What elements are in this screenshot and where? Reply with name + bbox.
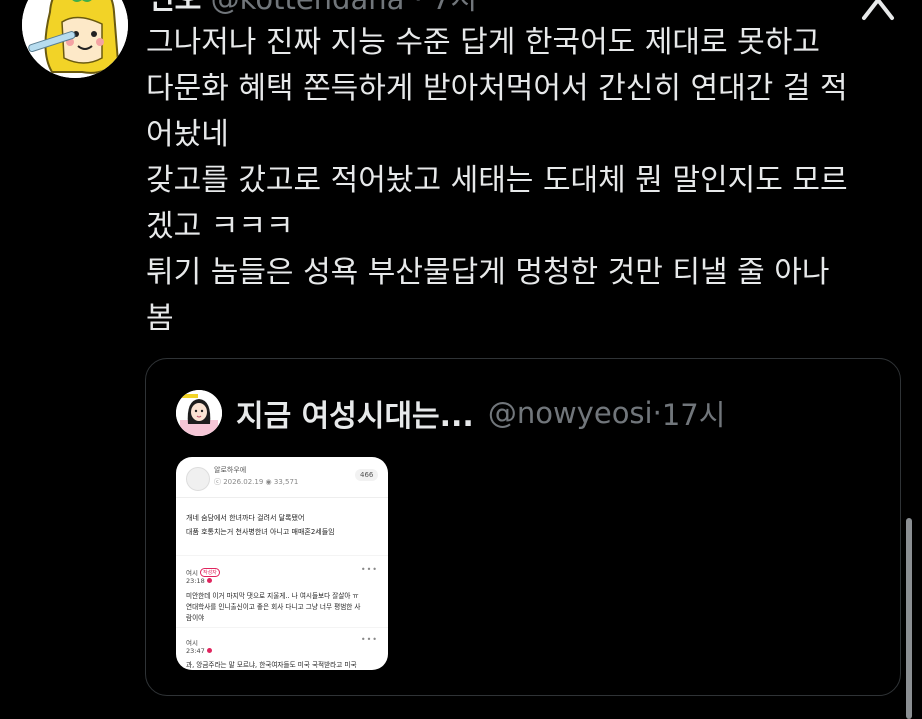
alert-dot-icon — [206, 578, 212, 583]
quoted-post-image[interactable]: 알로하우에 ⓒ 2026.02.19 ◉ 33,571 466 개네 숨담에서 … — [176, 457, 388, 670]
more-icon: ••• — [360, 565, 378, 574]
image-post-meta: ⓒ 2026.02.19 ◉ 33,571 — [214, 477, 298, 487]
author-badge: 작성자 — [199, 568, 220, 577]
scrollbar[interactable] — [906, 518, 912, 719]
comment-author: 여시 — [186, 569, 198, 577]
woman-illustration-avatar-icon — [176, 390, 222, 436]
image-body-line: 대품 호통치는거 천사병한녀 아니고 매매혼2세들임 — [186, 528, 335, 536]
comment-text-line: 연대학사를 인니출신이고 좋은 회사 다니고 그냥 너무 평범한 사 — [186, 603, 361, 611]
comment-text-line: 과, 앙금주라는 말 모르냐, 한국여자들도 미국 국적받라고 미국 — [186, 661, 357, 669]
eye-icon: ◉ — [265, 478, 274, 486]
quoted-post-header: 지금 여성시대는... @nowyeosi · 17시 — [176, 389, 725, 437]
author-name[interactable]: 민오 — [148, 0, 201, 16]
post-text: 그나저나 진짜 지능 수준 답게 한국어도 제대로 못하고 다문화 혜택 쫀득하… — [146, 20, 906, 342]
close-icon — [862, 0, 894, 20]
divider — [176, 627, 388, 628]
image-author-avatar — [186, 467, 210, 491]
comment-time-line: 23:18 — [186, 577, 212, 585]
more-icon: ••• — [360, 635, 378, 644]
quoted-author-name[interactable]: 지금 여성시대는... — [236, 391, 474, 435]
quoted-separator: · — [652, 396, 662, 430]
quoted-post-card[interactable]: 지금 여성시대는... @nowyeosi · 17시 알로하우에 ⓒ 2026… — [145, 358, 901, 696]
image-body-line: 개네 숨담에서 한녀까다 걸려서 달록됐어 — [186, 514, 305, 522]
image-post-date: ⓒ 2026.02.19 — [214, 478, 264, 486]
header-separator: · — [414, 0, 423, 16]
close-button[interactable] — [856, 0, 900, 22]
post-text-line: 겠고 ㅋㅋㅋ — [146, 209, 294, 244]
yellow-character-avatar-icon — [22, 0, 128, 78]
post-header: 민오 @kottendana · 7시 — [148, 0, 477, 16]
post-text-line: 튀기 놈들은 성욕 부산물답게 멍청한 것만 티낼 줄 아나 — [146, 255, 830, 290]
post-text-line: 갖고를 갔고로 적어놨고 세태는 도대체 뭔 말인지도 모르 — [146, 163, 848, 198]
divider — [176, 497, 388, 498]
comment-time: 23:18 — [186, 577, 205, 585]
post-text-line: 다문화 혜택 쫀득하게 받아처먹어서 간신히 연대간 걸 적 — [146, 71, 848, 106]
comment-time-line: 23:47 — [186, 647, 212, 655]
post-text-line: 봄 — [146, 301, 174, 336]
quoted-author-handle[interactable]: @nowyeosi — [488, 396, 653, 430]
image-comment-count: 466 — [355, 469, 379, 481]
author-handle[interactable]: @kottendana — [211, 0, 405, 16]
post-time[interactable]: 7시 — [432, 0, 477, 16]
comment-text-line: 람이야 — [186, 614, 205, 622]
author-avatar[interactable] — [22, 0, 128, 78]
image-author-name: 알로하우에 — [214, 466, 247, 474]
post-text-line: 그나저나 진짜 지능 수준 답게 한국어도 제대로 못하고 — [146, 25, 820, 60]
comment-author: 여시 — [186, 639, 198, 647]
comment-time: 23:47 — [186, 647, 205, 655]
quoted-post-time[interactable]: 17시 — [662, 392, 726, 434]
comment-author-line: 여시 작성자 — [186, 567, 220, 577]
image-post-views: 33,571 — [273, 478, 299, 486]
alert-dot-icon — [206, 648, 212, 653]
comment-text-line: 미안한데 이거 마지막 댓으로 지울게.. 나 여시들보다 잘살아 ㅠ — [186, 592, 359, 600]
quoted-author-avatar[interactable] — [176, 390, 222, 436]
post-text-line: 어놨네 — [146, 117, 229, 152]
divider — [176, 555, 388, 556]
